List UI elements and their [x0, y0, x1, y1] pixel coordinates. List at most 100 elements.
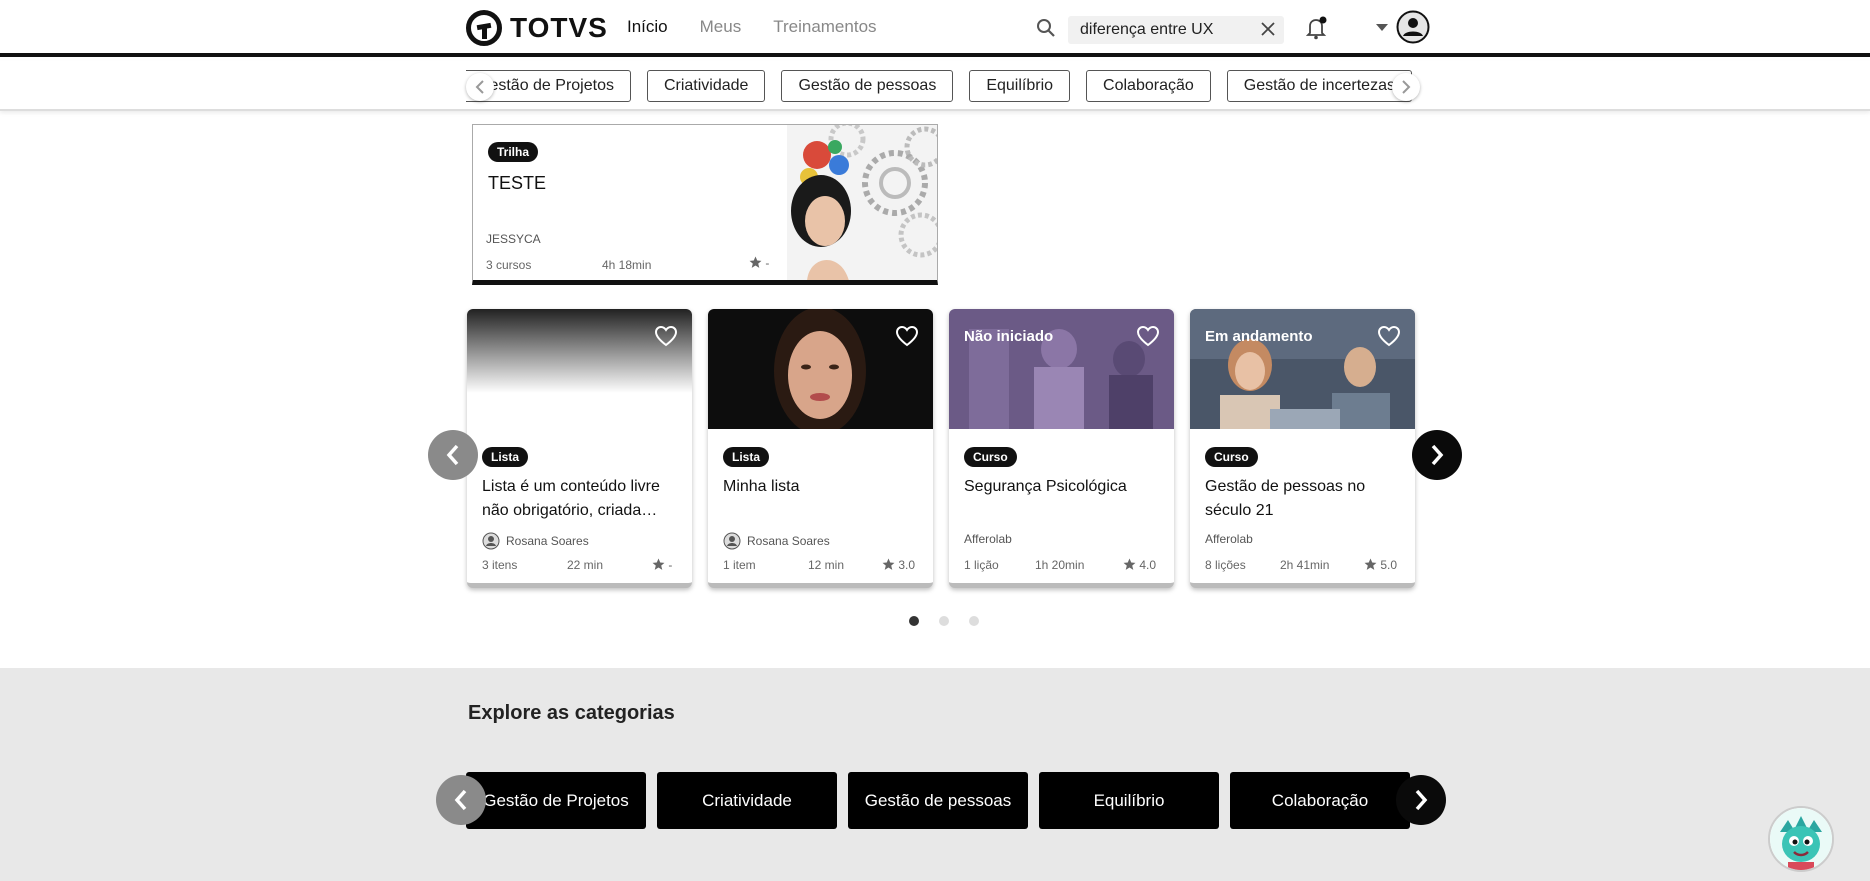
card-1-title: Lista é um conteúdo livre não obrigatóri… [482, 478, 660, 519]
star-icon [1123, 558, 1136, 570]
trail-author: JESSYCA [486, 232, 541, 246]
star-icon [652, 558, 665, 570]
card-2-count: 1 item [723, 558, 756, 572]
totvs-logo[interactable]: TOTVS [466, 10, 608, 46]
topic-tag-strip: Gestão de Projetos Criatividade Gestão d… [0, 61, 1870, 111]
chevron-left-icon [475, 80, 484, 94]
star-icon [749, 256, 762, 268]
chevron-down-icon[interactable] [1376, 24, 1388, 32]
page-dot-3[interactable] [969, 616, 979, 626]
card-3-duration: 1h 20min [1035, 558, 1085, 572]
card-2-rating-value: 3.0 [898, 558, 916, 572]
tags-prev-button[interactable] [466, 73, 494, 101]
nav-meus[interactable]: Meus [700, 17, 742, 37]
category-equilibrio[interactable]: Equilíbrio [1039, 772, 1219, 829]
card-4-rating-value: 5.0 [1380, 558, 1398, 572]
tag-gestao-de-incertezas[interactable]: Gestão de incertezas [1226, 70, 1412, 102]
card-3-type-badge: Curso [964, 447, 1017, 467]
category-gestao-de-pessoas[interactable]: Gestão de pessoas [848, 772, 1028, 829]
chevron-left-icon [446, 444, 459, 466]
card-3-rating: 4.0 [1123, 558, 1156, 572]
card-4-title: Gestão de pessoas no século 21 [1205, 478, 1366, 519]
content-card-4[interactable]: Em andamento Curso Gestão de pessoas no … [1190, 309, 1415, 588]
totvs-logo-mark-icon [466, 10, 502, 46]
card-3-author-name: Afferolab [964, 532, 1012, 546]
nav-treinamentos[interactable]: Treinamentos [773, 17, 876, 37]
category-gestao-de-projetos[interactable]: Gestão de Projetos [466, 772, 646, 829]
favorite-heart-icon[interactable] [1377, 325, 1401, 347]
card-1-count: 3 itens [482, 558, 518, 572]
trail-rating: - [749, 256, 769, 270]
trail-card[interactable]: Trilha TESTE JESSYCA 3 cursos 4h 18min - [472, 124, 938, 285]
content-card-3[interactable]: Não iniciado Curso Segurança Psicológica… [949, 309, 1174, 588]
category-colaboracao[interactable]: Colaboração [1230, 772, 1410, 829]
assistant-chat-button[interactable] [1768, 806, 1834, 872]
categories-section: Explore as categorias Gestão de Projetos… [0, 668, 1870, 881]
clear-search-icon[interactable] [1260, 21, 1276, 37]
card-3-title: Segurança Psicológica [964, 478, 1127, 495]
card-1-rating-value: - [668, 558, 673, 572]
card-1-duration: 22 min [567, 558, 604, 572]
tag-row: Gestão de Projetos Criatividade Gestão d… [466, 70, 1418, 102]
tag-criatividade[interactable]: Criatividade [646, 70, 766, 102]
page-dot-1[interactable] [909, 616, 919, 626]
trail-course-count: 3 cursos [486, 258, 532, 272]
trail-duration: 4h 18min [602, 258, 652, 272]
chevron-left-icon [454, 789, 467, 811]
categories-prev-button[interactable] [436, 775, 486, 825]
card-2-type-badge: Lista [723, 447, 770, 467]
card-4-count: 8 lições [1205, 558, 1246, 572]
nav-inicio[interactable]: Início [627, 17, 668, 37]
card-3-author: Afferolab [964, 532, 1012, 546]
top-header: TOTVS Início Meus Treinamentos [0, 0, 1870, 57]
tags-next-button[interactable] [1392, 73, 1420, 101]
content-card-2[interactable]: Lista Minha lista Rosana Soares 1 item 1… [708, 309, 933, 588]
card-4-author: Afferolab [1205, 532, 1253, 546]
search-box [1068, 16, 1284, 44]
trail-badge: Trilha [488, 142, 539, 162]
notification-bell-icon[interactable] [1306, 16, 1328, 40]
content-card-1[interactable]: Lista Lista é um conteúdo livre não obri… [467, 309, 692, 588]
author-avatar-icon [482, 532, 500, 550]
card-3-status: Não iniciado [964, 328, 1054, 345]
card-1-rating: - [652, 558, 672, 572]
author-avatar-icon [723, 532, 741, 550]
main-nav: Início Meus Treinamentos [627, 17, 877, 37]
carousel-prev-button[interactable] [428, 430, 478, 480]
card-2-duration: 12 min [808, 558, 845, 572]
categories-next-button[interactable] [1396, 775, 1446, 825]
tag-colaboracao[interactable]: Colaboração [1086, 70, 1211, 102]
trail-cover-image [787, 125, 937, 280]
card-1-author: Rosana Soares [482, 532, 589, 550]
card-3-rating-value: 4.0 [1139, 558, 1157, 572]
user-avatar-icon[interactable] [1396, 10, 1430, 44]
card-4-rating: 5.0 [1364, 558, 1397, 572]
page: TOTVS Início Meus Treinamentos diferença… [0, 0, 1870, 881]
brand-name: TOTVS [510, 12, 608, 43]
search-icon[interactable] [1036, 18, 1056, 38]
tag-track: Gestão de Projetos Criatividade Gestão d… [466, 70, 1412, 102]
carousel-next-button[interactable] [1412, 430, 1462, 480]
category-criatividade[interactable]: Criatividade [657, 772, 837, 829]
trail-title: TESTE [488, 173, 547, 193]
chevron-right-icon [1415, 789, 1428, 811]
page-dot-2[interactable] [939, 616, 949, 626]
favorite-heart-icon[interactable] [895, 325, 919, 347]
categories-title: Explore as categorias [468, 702, 675, 724]
card-2-title: Minha lista [723, 478, 800, 495]
card-2-rating: 3.0 [882, 558, 915, 572]
card-1-author-name: Rosana Soares [506, 534, 589, 548]
tag-gestao-de-pessoas[interactable]: Gestão de pessoas [781, 70, 954, 102]
search-input[interactable] [1068, 16, 1248, 44]
card-3-count: 1 lição [964, 558, 999, 572]
card-2-author-name: Rosana Soares [747, 534, 830, 548]
card-4-type-badge: Curso [1205, 447, 1258, 467]
chevron-right-icon [1402, 80, 1411, 94]
favorite-heart-icon[interactable] [1136, 325, 1160, 347]
card-1-type-badge: Lista [482, 447, 529, 467]
tag-equilibrio[interactable]: Equilíbrio [969, 70, 1071, 102]
card-4-author-name: Afferolab [1205, 532, 1253, 546]
favorite-heart-icon[interactable] [654, 325, 678, 347]
star-icon [1364, 558, 1377, 570]
category-row: Gestão de Projetos Criatividade Gestão d… [466, 772, 1414, 829]
